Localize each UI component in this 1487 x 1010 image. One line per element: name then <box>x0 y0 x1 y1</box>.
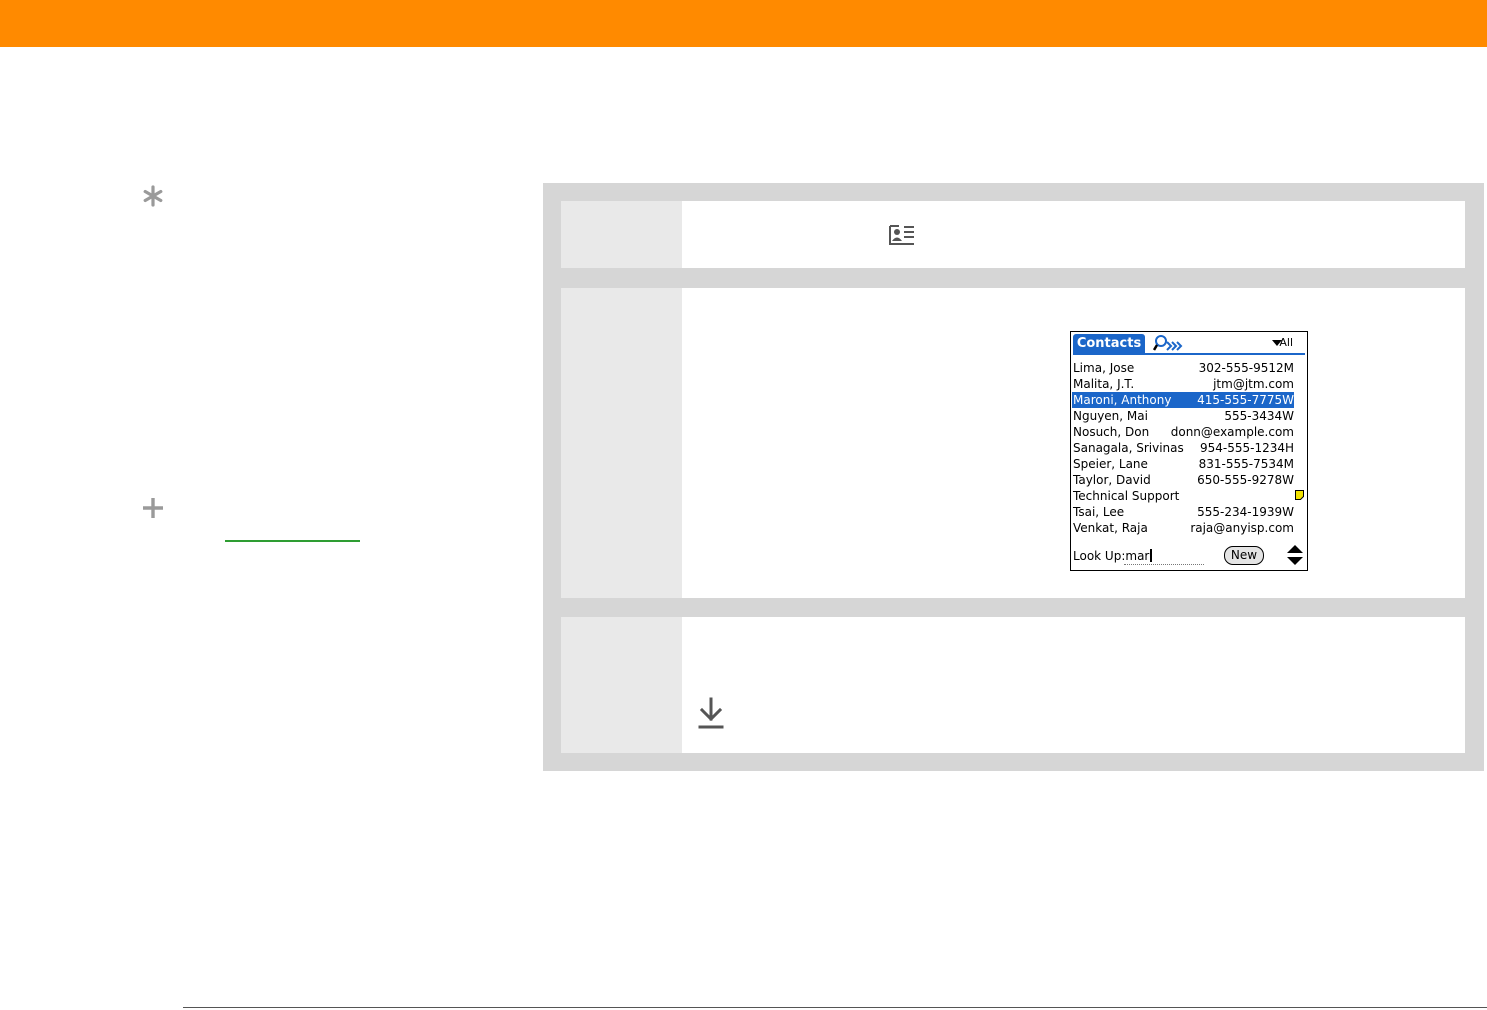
scroll-arrows-icon[interactable] <box>1286 544 1304 566</box>
lookup-input[interactable]: mar <box>1125 549 1149 563</box>
contacts-screenshot: Contacts All Lima, Jose 302-555-9512M Mal… <box>1070 331 1308 571</box>
list-item[interactable]: Speier, Lane 831-555-7534M <box>1072 456 1294 472</box>
list-item[interactable]: Lima, Jose 302-555-9512M <box>1072 360 1294 376</box>
lookup-underline <box>1124 564 1204 565</box>
down-arrow-icon <box>698 697 724 729</box>
category-select[interactable]: All <box>1279 336 1293 349</box>
plus-icon <box>143 498 163 518</box>
cross-reference-link[interactable] <box>225 540 360 542</box>
list-item[interactable]: Venkat, Raja raja@anyisp.com <box>1072 520 1294 536</box>
list-item-selected[interactable]: Maroni, Anthony 415-555-7775W <box>1072 392 1294 408</box>
step-3 <box>561 617 1465 753</box>
contacts-icon <box>889 225 914 245</box>
contacts-list: Lima, Jose 302-555-9512M Malita, J.T. jtm@… <box>1072 360 1294 536</box>
list-item[interactable]: Taylor, David 650-555-9278W <box>1072 472 1294 488</box>
list-item[interactable]: Sanagala, Srivinas 954-555-1234H <box>1072 440 1294 456</box>
list-item[interactable]: Nguyen, Mai 555-3434W <box>1072 408 1294 424</box>
list-item[interactable]: Nosuch, Don donn@example.com <box>1072 424 1294 440</box>
list-item[interactable]: Technical Support <box>1072 488 1294 504</box>
header-bar <box>0 0 1487 47</box>
lookup-field[interactable]: Look Up:mar <box>1073 549 1153 563</box>
contacts-title-tab: Contacts <box>1073 334 1145 353</box>
lookup-label: Look Up: <box>1073 549 1126 563</box>
step-1 <box>561 201 1465 268</box>
search-icon[interactable] <box>1153 334 1185 354</box>
list-item[interactable]: Tsai, Lee 555-234-1939W <box>1072 504 1294 520</box>
list-item[interactable]: Malita, J.T. jtm@jtm.com <box>1072 376 1294 392</box>
new-contact-button[interactable]: New <box>1224 546 1264 565</box>
footer-rule <box>183 1007 1487 1008</box>
title-rule <box>1073 353 1305 355</box>
asterisk-icon <box>143 185 163 207</box>
note-icon[interactable] <box>1295 490 1304 500</box>
step-1-number-column <box>561 201 682 268</box>
step-3-number-column <box>561 617 682 753</box>
step-2-number-column <box>561 288 682 598</box>
text-cursor <box>1150 549 1153 562</box>
step-2 <box>561 288 1465 598</box>
